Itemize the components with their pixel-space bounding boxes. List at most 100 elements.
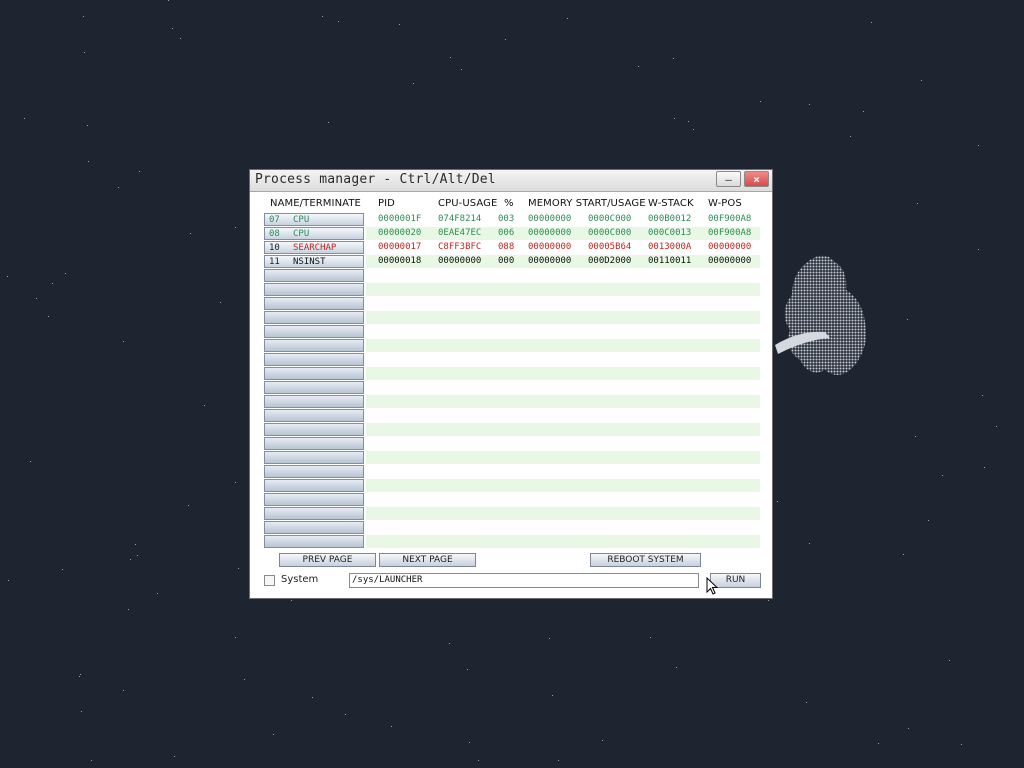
terminate-button[interactable]: 08 CPU: [264, 227, 364, 240]
star: [809, 104, 810, 105]
minimize-button[interactable]: —: [716, 171, 741, 187]
star: [188, 505, 189, 506]
terminate-button[interactable]: [264, 493, 364, 506]
table-row: [366, 367, 760, 380]
reboot-system-button[interactable]: REBOOT SYSTEM: [590, 553, 701, 567]
process-manager-window: Process manager - Ctrl/Alt/Del — × NAME/…: [249, 169, 773, 599]
cell-mem-start: 00000000: [528, 242, 572, 252]
terminate-button[interactable]: 11 NSINST: [264, 255, 364, 268]
next-page-button[interactable]: NEXT PAGE: [379, 553, 476, 567]
terminate-button-column: 07 CPU 08 CPU 10 SEARCHAP 11 NSINST: [264, 213, 364, 549]
star: [449, 643, 450, 644]
star: [996, 426, 997, 427]
star: [30, 461, 31, 462]
star: [24, 118, 25, 119]
cell-cpu: C8FF3BFC: [438, 242, 482, 252]
terminate-button[interactable]: [264, 465, 364, 478]
star: [978, 145, 979, 146]
terminate-button[interactable]: 10 SEARCHAP: [264, 241, 364, 254]
star: [220, 302, 221, 303]
terminate-button[interactable]: [264, 269, 364, 282]
star: [137, 555, 138, 556]
terminate-button[interactable]: [264, 451, 364, 464]
star: [984, 467, 985, 468]
cell-cpu: 0EAE47EC: [438, 228, 482, 238]
process-name: SEARCHAP: [293, 243, 337, 253]
process-name: CPU: [293, 215, 310, 225]
star: [62, 569, 63, 570]
terminate-button[interactable]: [264, 535, 364, 548]
star: [190, 233, 191, 234]
star: [467, 669, 468, 670]
header-w-stack: W-STACK: [648, 198, 694, 209]
header-memory: MEMORY START/USAGE: [528, 198, 646, 209]
table-row: [366, 269, 760, 282]
close-button[interactable]: ×: [744, 171, 769, 187]
terminate-button[interactable]: [264, 437, 364, 450]
process-number: 07: [269, 215, 280, 225]
terminate-button[interactable]: [264, 325, 364, 338]
star: [328, 122, 329, 123]
star: [558, 760, 559, 761]
star: [638, 66, 639, 67]
terminate-button[interactable]: [264, 409, 364, 422]
terminate-button[interactable]: [264, 479, 364, 492]
cell-w-stack: 000B0012: [648, 214, 692, 224]
star: [413, 83, 414, 84]
table-row: [366, 479, 760, 492]
terminate-button[interactable]: [264, 423, 364, 436]
terminate-button[interactable]: [264, 339, 364, 352]
star: [688, 121, 689, 122]
cell-mem-usage: 0000C000: [588, 214, 632, 224]
star: [345, 714, 346, 715]
terminate-button[interactable]: [264, 507, 364, 520]
table-row: [366, 437, 760, 450]
terminate-button[interactable]: [264, 395, 364, 408]
table-row: [366, 353, 760, 366]
terminate-button[interactable]: [264, 521, 364, 534]
star: [65, 273, 66, 274]
star: [8, 580, 9, 581]
cell-mem-start: 00000000: [528, 228, 572, 238]
process-number: 10: [269, 243, 280, 253]
header-percent: %: [504, 198, 514, 209]
cell-cpu: 074F8214: [438, 214, 482, 224]
terminate-button[interactable]: 07 CPU: [264, 213, 364, 226]
cell-mem-usage: 00005B64: [588, 242, 632, 252]
table-row: 00000017 C8FF3BFC 088 00000000 00005B64 00130…: [366, 241, 760, 254]
terminate-button[interactable]: [264, 353, 364, 366]
cell-pct: 088: [498, 242, 515, 252]
star: [768, 600, 769, 601]
terminate-button[interactable]: [264, 367, 364, 380]
star: [79, 676, 80, 677]
system-checkbox[interactable]: [264, 575, 275, 586]
terminate-button[interactable]: [264, 283, 364, 296]
terminate-button[interactable]: [264, 381, 364, 394]
table-row: [366, 395, 760, 408]
star: [87, 125, 88, 126]
title-bar[interactable]: Process manager - Ctrl/Alt/Del — ×: [250, 170, 772, 192]
star: [921, 80, 922, 81]
star: [878, 743, 879, 744]
terminate-button[interactable]: [264, 311, 364, 324]
cell-mem-start: 00000000: [528, 214, 572, 224]
table-row: [366, 535, 760, 548]
star: [478, 760, 479, 761]
table-row: [366, 325, 760, 338]
star: [81, 711, 82, 712]
star: [174, 756, 175, 757]
prev-page-button[interactable]: PREV PAGE: [279, 553, 376, 567]
star: [505, 39, 506, 40]
star: [48, 316, 49, 317]
star: [204, 405, 205, 406]
cell-pid: 00000018: [378, 256, 422, 266]
terminate-button[interactable]: [264, 297, 364, 310]
table-row: [366, 409, 760, 422]
star: [36, 298, 37, 299]
mouse-cursor-icon: [706, 577, 718, 595]
star: [552, 695, 553, 696]
command-input[interactable]: /sys/LAUNCHER: [349, 573, 699, 588]
star: [168, 0, 169, 1]
window-title: Process manager - Ctrl/Alt/Del: [255, 172, 496, 187]
star: [549, 638, 550, 639]
